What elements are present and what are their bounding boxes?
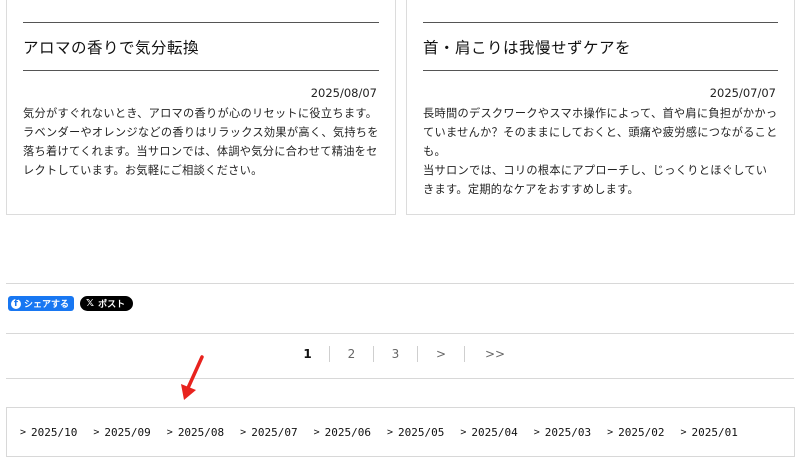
archive-month-label: 2025/02 (618, 426, 665, 439)
post-title[interactable]: アロマの香りで気分転換 (23, 36, 379, 58)
last-page-link[interactable]: >> (465, 346, 525, 362)
page-link-3[interactable]: 3 (374, 346, 418, 362)
archive-link-2025-02[interactable]: >2025/02 (607, 426, 664, 439)
archive-month-label: 2025/03 (544, 426, 592, 439)
archive-link-2025-06[interactable]: >2025/06 (314, 426, 371, 439)
card-top-rule (423, 22, 778, 23)
share-buttons: f シェアする 𝕏 ポスト (8, 296, 134, 311)
chevron-right-icon: > (386, 427, 393, 438)
page-link-2[interactable]: 2 (330, 346, 374, 362)
chevron-right-icon: > (313, 427, 320, 438)
post-paragraph: ラベンダーやオレンジなどの香りはリラックス効果が高く、気持ちを落ち着けてくれます… (23, 126, 379, 177)
post-date: 2025/07/07 (709, 86, 776, 100)
x-icon: 𝕏 (86, 298, 95, 309)
x-post-button[interactable]: 𝕏 ポスト (80, 296, 134, 311)
chevron-right-icon: > (680, 427, 687, 438)
archive-link-2025-05[interactable]: >2025/05 (387, 426, 444, 439)
page-link-1[interactable]: 1 (286, 346, 330, 362)
card-title-rule (423, 70, 778, 71)
annotation-arrow-icon (181, 355, 204, 400)
chevron-right-icon: > (240, 427, 247, 438)
chevron-right-icon: > (93, 427, 100, 438)
post-paragraph: 長時間のデスクワークやスマホ操作によって、首や肩に負担がかかっていませんか？その… (423, 107, 778, 158)
x-post-label: ポスト (98, 300, 126, 310)
archive-link-2025-01[interactable]: >2025/01 (681, 426, 738, 439)
archive-link-2025-03[interactable]: >2025/03 (534, 426, 591, 439)
card-top-rule (23, 22, 379, 23)
archive-month-label: 2025/06 (324, 426, 371, 439)
archive-link-2025-07[interactable]: >2025/07 (240, 426, 297, 439)
post-date: 2025/08/07 (310, 86, 377, 100)
next-page-link[interactable]: > (418, 346, 465, 362)
post-card-1: アロマの香りで気分転換 2025/08/07 気分がすぐれないとき、アロマの香り… (6, 0, 396, 215)
card-title-rule (23, 70, 379, 71)
archive-month-label: 2025/04 (471, 426, 518, 439)
archive-month-label: 2025/01 (691, 426, 738, 439)
archive-list: >2025/10 >2025/09 >2025/08 >2025/07 >2025/06… (20, 426, 754, 439)
archive-link-2025-08[interactable]: >2025/08 (167, 426, 224, 439)
facebook-share-button[interactable]: f シェアする (8, 296, 75, 311)
divider (6, 283, 794, 284)
archive-month-label: 2025/08 (177, 426, 225, 439)
chevron-right-icon: > (460, 427, 467, 438)
chevron-right-icon: > (20, 427, 27, 438)
post-body: 長時間のデスクワークやスマホ操作によって、首や肩に負担がかかっていませんか？その… (423, 104, 778, 199)
post-title[interactable]: 首・肩こりは我慢せずケアを (423, 36, 778, 58)
post-paragraph: 気分がすぐれないとき、アロマの香りが心のリセットに役立ちます。 (23, 107, 378, 120)
monthly-archive: >2025/10 >2025/09 >2025/08 >2025/07 >2025/06… (6, 407, 795, 457)
archive-link-2025-10[interactable]: >2025/10 (20, 426, 77, 439)
archive-link-2025-04[interactable]: >2025/04 (460, 426, 517, 439)
post-paragraph: 当サロンでは、コリの根本にアプローチし、じっくりとほぐしていきます。定期的なケア… (423, 164, 768, 196)
archive-month-label: 2025/07 (251, 426, 298, 439)
chevron-right-icon: > (533, 427, 540, 438)
archive-link-2025-09[interactable]: >2025/09 (93, 426, 150, 439)
chevron-right-icon: > (166, 427, 173, 438)
pagination: 1 2 3 > >> (286, 346, 525, 362)
chevron-right-icon: > (607, 427, 614, 438)
post-body: 気分がすぐれないとき、アロマの香りが心のリセットに役立ちます。 ラベンダーやオレ… (23, 104, 379, 180)
divider (6, 333, 794, 334)
post-card-2: 首・肩こりは我慢せずケアを 2025/07/07 長時間のデスクワークやスマホ操… (406, 0, 795, 215)
divider (6, 378, 794, 379)
archive-month-label: 2025/10 (31, 426, 78, 439)
facebook-icon: f (11, 298, 21, 309)
archive-month-label: 2025/09 (104, 426, 151, 439)
archive-month-label: 2025/05 (397, 426, 445, 439)
facebook-share-label: シェアする (24, 300, 70, 310)
